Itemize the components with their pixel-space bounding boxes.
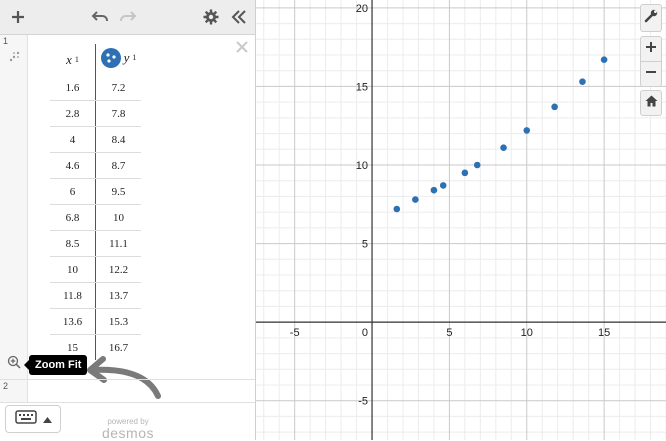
data-point <box>579 78 586 86</box>
data-point <box>523 127 531 134</box>
data-table: x1 y1 1.6 7.2 2.8 7.8 4 8.4 4.6 8.7 6 9.5 6.8 10 8.5… <box>50 44 141 360</box>
desmos-logo[interactable]: desmos <box>95 425 161 441</box>
x-value-cell[interactable]: 6 <box>50 178 96 205</box>
expression-index: 1 <box>3 36 9 46</box>
table-row: 4 8.4 <box>50 126 141 153</box>
y1-column-header[interactable]: y1 <box>96 44 142 75</box>
data-point <box>551 103 558 111</box>
expression-panel: 1 x1 y1 1.6 7.2 2.8 7.8 4 8.4 4.6 8.7 6 … <box>0 0 256 441</box>
y-value-cell[interactable]: 7.2 <box>95 75 141 101</box>
divider <box>0 402 255 403</box>
default-viewport-button[interactable] <box>640 90 662 116</box>
y-value-cell[interactable]: 12.2 <box>95 256 141 283</box>
y-tick-label: 10 <box>356 160 368 172</box>
x-value-cell[interactable]: 2.8 <box>50 100 96 127</box>
x1-column-header[interactable]: x1 <box>50 44 96 75</box>
table-row: 8.5 11.1 <box>50 230 141 257</box>
zoom-in-button[interactable] <box>640 36 662 62</box>
table-body: 1.6 7.2 2.8 7.8 4 8.4 4.6 8.7 6 9.5 6.8 10 8.5 11.1 10… <box>50 75 141 360</box>
x-value-cell[interactable]: 8.5 <box>50 230 96 257</box>
column-name: x <box>66 51 72 67</box>
x-value-cell[interactable]: 6.8 <box>50 204 96 231</box>
x-tick-label: 15 <box>598 327 610 339</box>
x-value-cell[interactable]: 4.6 <box>50 152 96 179</box>
y-tick-label: 20 <box>356 3 368 15</box>
column-name: y <box>123 49 130 65</box>
home-icon <box>645 94 658 112</box>
zoom-fit-icon[interactable] <box>7 355 21 374</box>
table-row: 1.6 7.2 <box>50 75 141 101</box>
y-value-cell[interactable]: 11.1 <box>95 230 141 257</box>
table-row: 6.8 10 <box>50 204 141 231</box>
data-point <box>473 161 481 169</box>
zoom-fit-tooltip: Zoom Fit <box>23 355 88 375</box>
close-icon[interactable] <box>235 40 249 59</box>
x-tick-label: -5 <box>290 327 300 339</box>
table-drag-icon[interactable] <box>9 49 20 67</box>
expression-toolbar <box>0 0 255 35</box>
x-value-cell[interactable]: 13.6 <box>50 308 96 335</box>
settings-gear-icon[interactable] <box>199 0 223 34</box>
column-subscript: 1 <box>132 53 137 62</box>
add-icon[interactable] <box>6 0 30 34</box>
data-point <box>430 186 438 194</box>
table-row: 13.6 15.3 <box>50 308 141 335</box>
y-value-cell[interactable]: 9.5 <box>95 178 141 205</box>
table-row: 6 9.5 <box>50 178 141 205</box>
plotted-points <box>393 56 608 213</box>
wrench-icon <box>644 9 658 28</box>
y-value-cell[interactable]: 8.7 <box>95 152 141 179</box>
data-point <box>439 182 447 189</box>
graph-settings-button[interactable] <box>640 4 662 32</box>
x-value-cell[interactable]: 10 <box>50 256 96 283</box>
table-row: 4.6 8.7 <box>50 152 141 179</box>
data-point <box>500 144 507 152</box>
empty-expression-row[interactable] <box>28 380 255 402</box>
zoom-out-icon <box>645 65 657 83</box>
table-header-row: x1 y1 <box>50 44 141 75</box>
y-value-cell[interactable]: 10 <box>95 204 141 231</box>
redo-icon[interactable] <box>116 0 140 34</box>
expression-index: 2 <box>3 381 9 391</box>
x-tick-label: 5 <box>446 327 452 339</box>
y-tick-label: 15 <box>356 81 368 93</box>
major-gridlines <box>256 0 666 440</box>
x-tick-label: 0 <box>362 327 368 339</box>
table-row: 11.8 13.7 <box>50 282 141 309</box>
desmos-app: 1 x1 y1 1.6 7.2 2.8 7.8 4 8.4 4.6 8.7 6 … <box>0 0 666 441</box>
zoom-out-button[interactable] <box>640 61 662 87</box>
keyboard-toggle-button[interactable] <box>5 405 61 433</box>
y-tick-label: -5 <box>358 396 368 408</box>
column-subscript: 1 <box>74 55 79 64</box>
x-tick-label: 10 <box>521 327 533 339</box>
x-value-cell[interactable]: 4 <box>50 126 96 153</box>
expression-gutter: 2 <box>0 380 28 402</box>
y-value-cell[interactable]: 8.4 <box>95 126 141 153</box>
x-value-cell[interactable]: 1.6 <box>50 75 96 101</box>
table-row: 2.8 7.8 <box>50 100 141 127</box>
data-point <box>461 169 469 177</box>
zoom-in-icon <box>645 40 657 58</box>
undo-icon[interactable] <box>88 0 112 34</box>
keyboard-icon <box>14 409 37 429</box>
x-value-cell[interactable]: 11.8 <box>50 282 96 309</box>
graph-paper[interactable]: -5 0 5 10 15 20 15 10 5 -5 <box>256 0 666 440</box>
y-value-cell[interactable]: 13.7 <box>95 282 141 309</box>
y-value-cell[interactable]: 7.8 <box>95 100 141 127</box>
table-row: 10 12.2 <box>50 256 141 283</box>
tick-labels: -5 0 5 10 15 20 15 10 5 -5 <box>290 3 610 408</box>
caret-up-icon <box>42 410 52 428</box>
y-value-cell[interactable]: 15.3 <box>95 308 141 335</box>
collapse-double-chevron-icon[interactable] <box>227 0 251 34</box>
data-point <box>393 205 401 213</box>
y-tick-label: 5 <box>362 239 368 251</box>
data-point <box>412 196 419 203</box>
expression-gutter: 1 <box>0 35 28 379</box>
point-style-icon[interactable] <box>100 47 121 68</box>
data-point <box>600 56 608 64</box>
